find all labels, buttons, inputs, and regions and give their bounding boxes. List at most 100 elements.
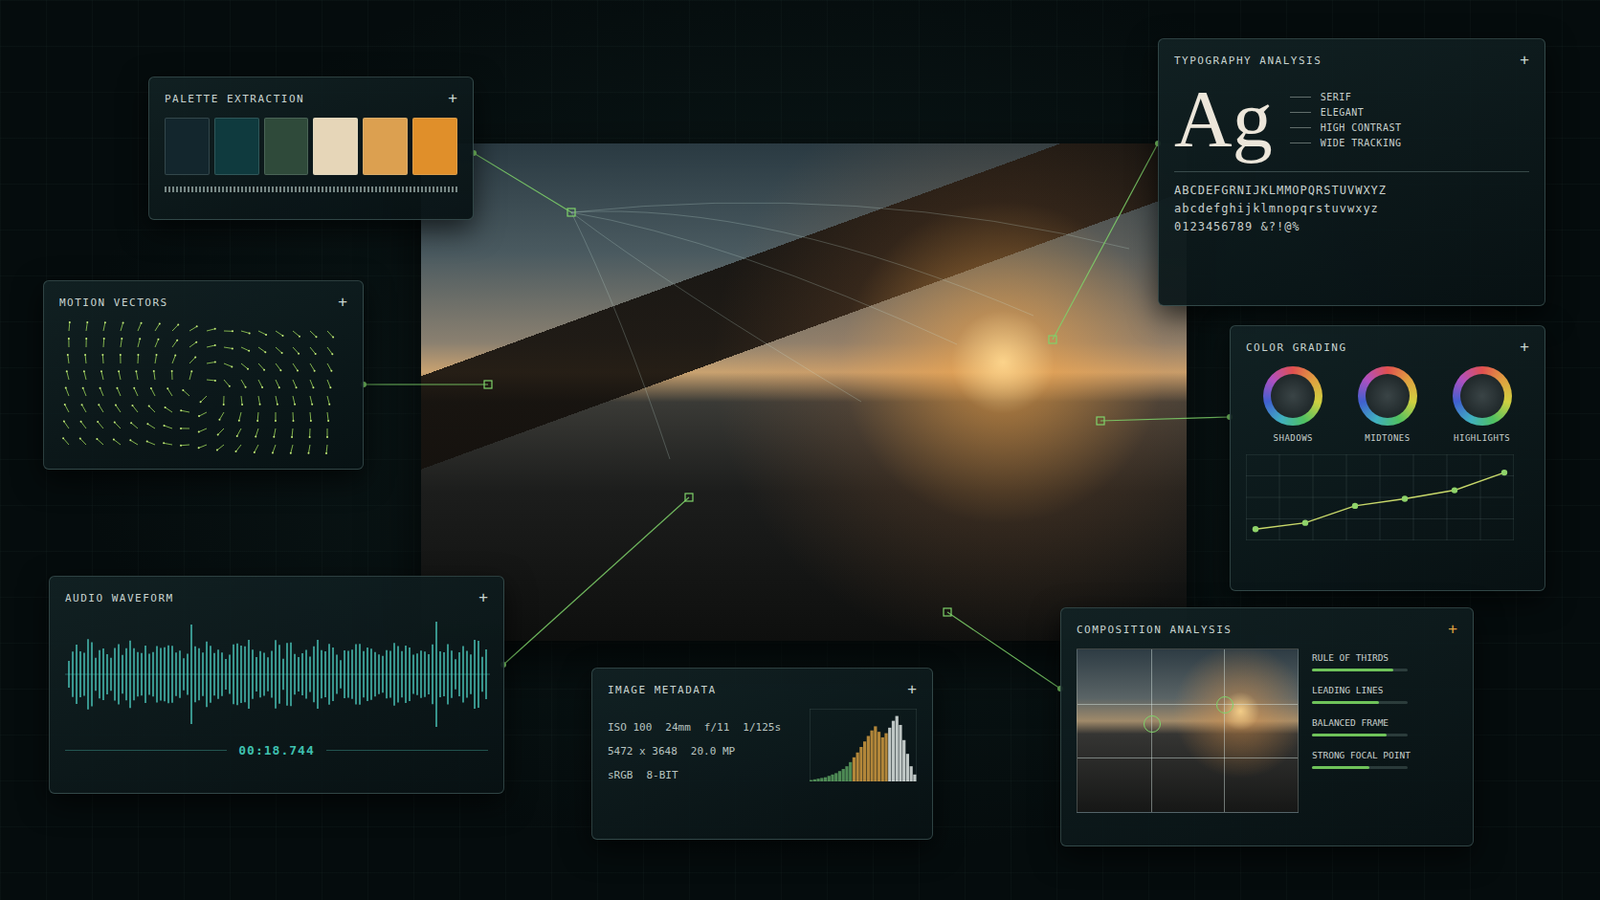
panel-header: MOTION VECTORS + — [59, 294, 348, 311]
glyph-line: ABCDEFGRNIJKLMMOPQRSTUVWXYZ — [1174, 183, 1530, 198]
timecode-row: 00:18.744 — [65, 743, 489, 758]
wheel-label: HIGHLIGHTS — [1453, 433, 1511, 444]
wheel-label: SHADOWS — [1273, 433, 1313, 444]
add-button[interactable]: + — [1447, 622, 1458, 638]
histogram-bar — [848, 762, 852, 782]
metric-bar — [1311, 733, 1408, 737]
color-swatch[interactable] — [264, 117, 310, 176]
histogram-bar — [827, 776, 831, 782]
histogram-bar — [859, 747, 863, 782]
color-swatch[interactable] — [312, 117, 358, 176]
metric-label: BALANCED FRAME — [1311, 717, 1458, 729]
histogram-bar — [902, 740, 906, 782]
color-swatch[interactable] — [214, 117, 260, 176]
palette-panel: PALETTE EXTRACTION + — [148, 76, 474, 221]
composition-metrics: RULE OF THIRDS LEADING LINES BALANCED FRAM… — [1311, 648, 1458, 814]
histogram-bar — [820, 777, 823, 782]
audio-waveform-chart — [65, 617, 490, 733]
trait-item: ELEGANT — [1289, 107, 1402, 118]
metadata-value: f/11 — [704, 721, 731, 734]
color-swatch[interactable] — [164, 117, 210, 176]
panel-header: AUDIO WAVEFORM+ — [65, 590, 489, 606]
trait-item: HIGH CONTRAST — [1289, 122, 1402, 134]
color-wheel[interactable] — [1452, 366, 1512, 426]
metadata-value: ISO 100 — [607, 721, 652, 734]
image-metadata-panel: IMAGE METADATA+ISO 10024mmf/111/125s5472… — [591, 667, 934, 841]
histogram-bar — [869, 731, 873, 782]
analysis-canvas: PALETTE EXTRACTION+MOTION VECTORS+AUDIO … — [0, 0, 1600, 900]
histogram-bar — [873, 726, 877, 782]
panel-title: TYPOGRAPHY ANALYSIS — [1174, 54, 1322, 67]
palette-strip — [164, 186, 458, 193]
metric-label: LEADING LINES — [1311, 685, 1458, 696]
panel-header: COMPOSITION ANALYSIS + — [1076, 622, 1458, 638]
color-wheel[interactable] — [1263, 366, 1323, 426]
panel-header: PALETTE EXTRACTION + — [164, 90, 458, 107]
add-button[interactable]: + — [1519, 52, 1530, 68]
histogram-bar — [866, 735, 870, 782]
color-grading-panel: COLOR GRADING+SHADOWSMIDTONESHIGHLIGHTS — [1229, 325, 1546, 592]
panel-title: MOTION VECTORS — [59, 296, 169, 310]
histogram-bar — [898, 725, 902, 782]
histogram-bar — [830, 775, 834, 782]
color-wheel-item: HIGHLIGHTS — [1452, 366, 1512, 444]
swatch-row — [164, 117, 458, 176]
histogram-bar — [910, 766, 913, 782]
curve-point[interactable] — [1302, 519, 1309, 526]
panel-header: IMAGE METADATA+ — [607, 682, 917, 698]
color-swatch[interactable] — [362, 117, 408, 176]
histogram-bar — [863, 741, 867, 782]
histogram-bar — [842, 769, 845, 782]
glyph-line: 0123456789 &?!@% — [1174, 220, 1530, 234]
curve-point[interactable] — [1501, 469, 1508, 476]
color-wheel[interactable] — [1357, 366, 1418, 426]
histogram-bar — [877, 732, 881, 782]
histogram-bar — [844, 766, 848, 782]
add-button[interactable]: + — [337, 294, 348, 311]
metadata-value: 8-BIT — [646, 769, 679, 782]
curve-point[interactable] — [1401, 495, 1408, 502]
curve-point[interactable] — [1252, 526, 1259, 533]
metadata-value: 1/125s — [742, 721, 781, 734]
histogram-bar — [895, 716, 899, 782]
panel-title: PALETTE EXTRACTION — [164, 92, 305, 106]
composition-panel: COMPOSITION ANALYSIS + RULE OF THIRDS LEADI… — [1060, 607, 1474, 847]
metadata-row: sRGB 8-BIT — [607, 769, 781, 782]
histogram-bar — [888, 728, 891, 782]
focal-ring — [1143, 715, 1161, 734]
curve-point[interactable] — [1451, 487, 1458, 493]
typography-panel: TYPOGRAPHY ANALYSIS + Ag SERIF ELEGANT HIGH C… — [1157, 38, 1546, 307]
add-button[interactable]: + — [478, 590, 489, 606]
color-swatch[interactable] — [412, 117, 458, 176]
metric-item: BALANCED FRAME — [1311, 717, 1458, 737]
composition-thumbnail — [1076, 648, 1299, 814]
metadata-value: sRGB — [607, 769, 634, 782]
metric-label: RULE OF THIRDS — [1311, 652, 1458, 664]
add-button[interactable]: + — [1519, 339, 1530, 356]
add-button[interactable]: + — [907, 682, 917, 698]
curve-point[interactable] — [1352, 503, 1358, 510]
add-button[interactable]: + — [447, 90, 458, 107]
histogram-bar — [881, 737, 885, 782]
metadata-value: 5472 x 3648 — [607, 745, 678, 758]
panel-title: COMPOSITION ANALYSIS — [1076, 623, 1232, 637]
motion-vectors-panel: MOTION VECTORS + — [43, 280, 364, 470]
metadata-row: ISO 10024mmf/111/125s — [607, 721, 781, 734]
histogram-bar — [838, 771, 842, 782]
histogram-bar — [813, 779, 817, 782]
type-specimen: Ag — [1174, 79, 1273, 160]
trait-item: SERIF — [1289, 91, 1402, 103]
histogram-bar — [884, 733, 888, 782]
landscape-photo — [421, 143, 1187, 642]
trait-list: SERIF ELEGANT HIGH CONTRAST WIDE TRACKING — [1289, 91, 1402, 149]
metric-item: RULE OF THIRDS — [1311, 652, 1458, 672]
panel-header: COLOR GRADING+ — [1245, 339, 1530, 356]
metric-bar — [1311, 766, 1408, 770]
tone-curve-chart — [1245, 454, 1514, 541]
audio-waveform-panel: AUDIO WAVEFORM+ 00:18.744 — [48, 576, 505, 795]
glyph-set: ABCDEFGRNIJKLMMOPQRSTUVWXYZabcdefghijklm… — [1174, 183, 1530, 234]
histogram-bar — [891, 721, 895, 782]
trait-item: WIDE TRACKING — [1289, 137, 1402, 149]
metadata-value: 20.0 MP — [690, 745, 735, 758]
histogram-bar — [809, 780, 813, 782]
